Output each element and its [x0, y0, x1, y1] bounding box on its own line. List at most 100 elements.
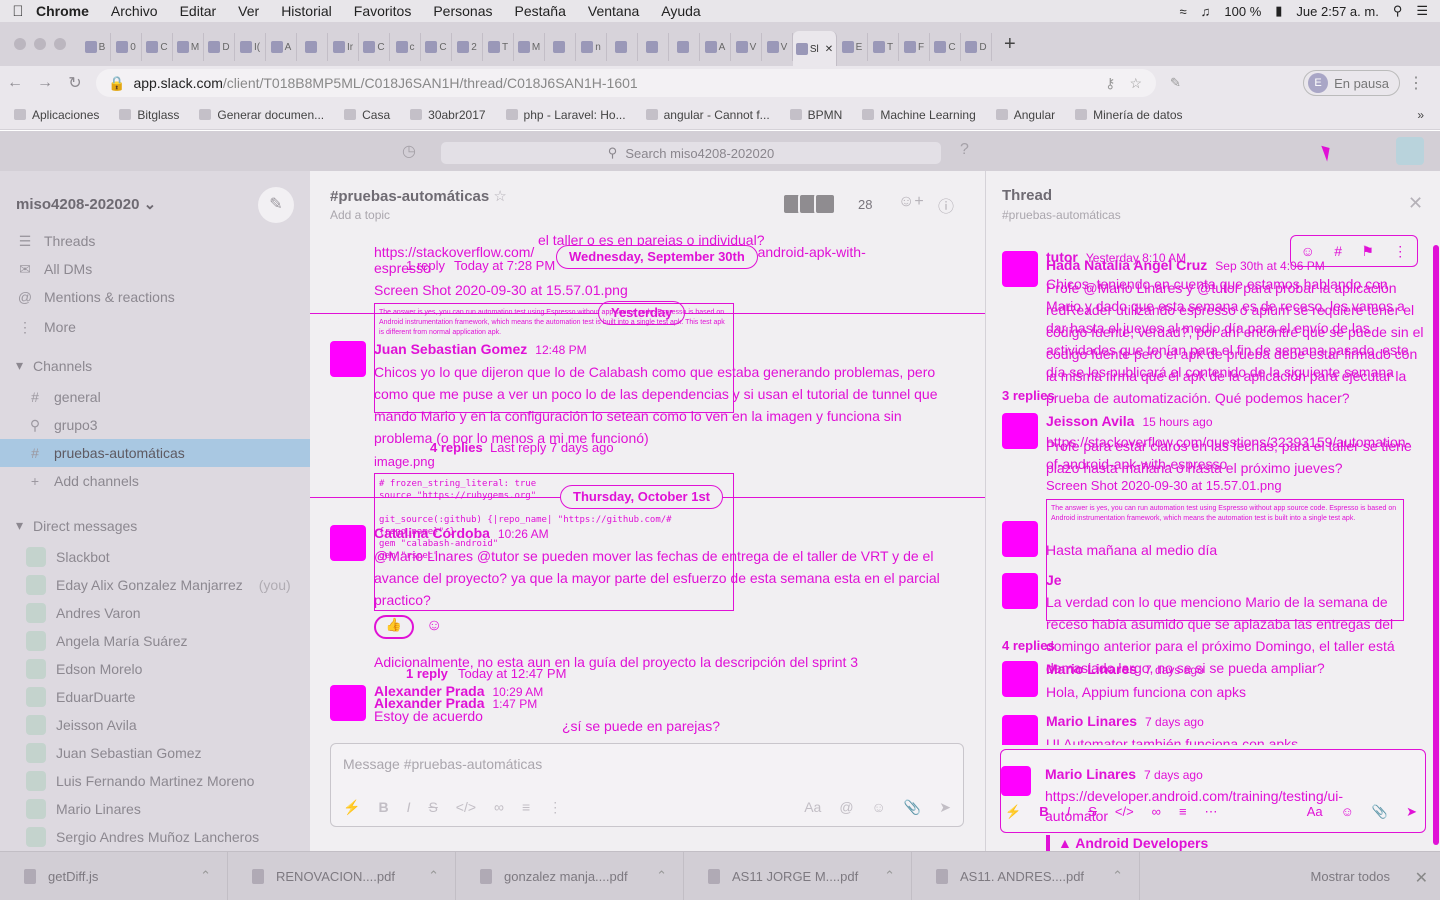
dm-item[interactable]: Andres Varon — [26, 599, 310, 627]
message-time[interactable]: 7 days ago — [1145, 663, 1204, 677]
file-name[interactable]: Screen Shot 2020-09-30 at 15.57.01.png — [1046, 475, 1426, 497]
italic-icon[interactable]: I — [1067, 804, 1071, 820]
chevron-up-icon[interactable]: ⌃ — [200, 868, 211, 884]
date-divider[interactable]: Thursday, October 1st — [560, 485, 724, 509]
message-time[interactable]: 15 hours ago — [1142, 415, 1212, 429]
code-icon[interactable]: </> — [456, 799, 476, 816]
close-icon[interactable]: ✕ — [1415, 868, 1428, 888]
browser-tab[interactable]: C — [421, 33, 452, 61]
list-icon[interactable]: ≡ — [1179, 804, 1187, 820]
member-count[interactable]: 28 — [858, 197, 872, 212]
kebab-menu-icon[interactable]: ⋮ — [1408, 73, 1424, 93]
bookmark-folder[interactable]: 30abr2017 — [410, 108, 486, 122]
bookmarks-overflow-icon[interactable]: » — [1417, 108, 1424, 122]
zoom-window-button[interactable] — [54, 38, 66, 50]
minimize-window-button[interactable] — [34, 38, 46, 50]
message-author[interactable]: Mario Linares 7 days ago — [1045, 766, 1203, 782]
strikethrough-icon[interactable]: S — [1088, 804, 1097, 820]
bookmark-folder[interactable]: Minería de datos — [1075, 108, 1183, 122]
sidebar-item-general[interactable]: # general — [26, 383, 310, 411]
date-divider[interactable]: Wednesday, September 30th — [556, 245, 758, 269]
channel-title[interactable]: #pruebas-automáticas ☆ — [330, 187, 507, 205]
message-author[interactable]: Hada Natalia Angel Cruz Sep 30th at 4:06 … — [1046, 257, 1325, 273]
message-author[interactable]: Mario Linares 7 days ago — [1046, 713, 1204, 729]
browser-tab[interactable]: c — [390, 33, 421, 61]
clock[interactable]: Jue 2:57 a. m. — [1296, 4, 1378, 19]
bookmark-folder[interactable]: Angular — [995, 108, 1055, 122]
browser-tab[interactable]: Sl ✕ — [793, 31, 837, 67]
more-icon[interactable]: ⋯ — [1205, 804, 1218, 820]
ordered-list-icon[interactable]: ≡ — [522, 799, 530, 816]
bookmark-folder[interactable]: Machine Learning — [862, 108, 976, 122]
send-icon[interactable]: ➤ — [1406, 804, 1417, 820]
menu-favoritos[interactable]: Favoritos — [354, 3, 412, 19]
browser-tab[interactable]: n — [576, 33, 607, 61]
browser-tab[interactable]: D — [204, 33, 235, 61]
message-composer[interactable]: Message #pruebas-automáticas ⚡ B I S </>… — [330, 743, 964, 827]
back-icon[interactable]: ← — [0, 74, 30, 92]
dm-item[interactable]: EduarDuarte — [26, 683, 310, 711]
avatar[interactable] — [1002, 715, 1038, 745]
menu-ver[interactable]: Ver — [238, 3, 259, 19]
browser-tab[interactable]: V — [731, 33, 762, 61]
browser-tab[interactable]: I( — [235, 33, 266, 61]
member-avatars[interactable] — [782, 193, 836, 215]
message-author[interactable]: Jeisson Avila 15 hours ago — [1046, 413, 1213, 429]
at-icon[interactable]: @ — [839, 799, 853, 816]
message-time[interactable]: 12:48 PM — [535, 343, 586, 357]
bookmark-folder[interactable]: Casa — [344, 108, 390, 122]
chevron-up-icon[interactable]: ⌃ — [428, 868, 439, 884]
download-item[interactable]: getDiff.js ⌃ — [0, 851, 228, 900]
apple-icon[interactable]:  — [0, 3, 36, 20]
message-time[interactable]: 7 days ago — [1144, 768, 1203, 782]
avatar[interactable] — [1002, 413, 1038, 449]
search-icon[interactable]: ⚲ — [1393, 3, 1403, 19]
download-item[interactable]: gonzalez manja....pdf ⌃ — [456, 851, 684, 900]
bookmark-apps[interactable]: Aplicaciones — [14, 108, 99, 122]
menu-historial[interactable]: Historial — [281, 3, 332, 19]
author-name[interactable]: Je — [1046, 569, 1426, 591]
reply-count[interactable]: 1 reply — [406, 663, 448, 685]
battery-percent[interactable]: 100 % — [1224, 4, 1261, 19]
sidebar-item-mentions[interactable]: @ Mentions & reactions — [16, 283, 310, 311]
avatar[interactable] — [330, 525, 366, 561]
wifi-icon[interactable]: ≈ — [1180, 4, 1187, 19]
close-icon[interactable]: ✕ — [1408, 193, 1423, 214]
download-item[interactable]: AS11. ANDRES....pdf ⌃ — [912, 851, 1140, 900]
link-icon[interactable]: ∞ — [494, 799, 504, 816]
browser-tab[interactable]: V — [762, 33, 793, 61]
avatar[interactable] — [330, 341, 366, 377]
browser-tab[interactable]: C — [930, 33, 961, 61]
bullet-list-icon[interactable]: ⋮ — [548, 799, 562, 816]
show-all-button[interactable]: Mostrar todos — [1311, 869, 1390, 884]
sidebar-item-more[interactable]: ⋮ More — [16, 313, 310, 341]
bold-icon[interactable]: B — [378, 799, 388, 816]
thread-channel[interactable]: #pruebas-automáticas — [1002, 208, 1121, 222]
menu-pestana[interactable]: Pestaña — [515, 3, 566, 19]
code-icon[interactable]: </> — [1115, 804, 1134, 820]
browser-tab[interactable] — [297, 33, 328, 61]
menu-archivo[interactable]: Archivo — [111, 3, 158, 19]
message-time[interactable]: Sep 30th at 4:06 PM — [1215, 259, 1324, 273]
format-icon[interactable]: Aa — [1307, 804, 1323, 820]
dm-section-header[interactable]: ▾ Direct messages — [16, 517, 137, 534]
dm-item[interactable]: Juan Sebastian Gomez — [26, 739, 310, 767]
menu-personas[interactable]: Personas — [433, 3, 492, 19]
bold-icon[interactable]: B — [1039, 804, 1048, 820]
send-icon[interactable]: ➤ — [939, 799, 951, 816]
message-time[interactable]: 1:47 PM — [493, 697, 538, 711]
bookmark-item[interactable]: angular - Cannot f... — [645, 108, 770, 122]
browser-tab[interactable] — [607, 33, 638, 61]
workspace-name[interactable]: miso4208-202020 ⌄ — [16, 195, 156, 213]
add-channels-button[interactable]: + Add channels — [26, 467, 310, 495]
help-icon[interactable]: ? — [960, 141, 969, 159]
channels-section-header[interactable]: ▾ Channels — [16, 357, 92, 374]
lightning-icon[interactable]: ⚡ — [1005, 804, 1021, 820]
browser-tab[interactable]: B — [80, 33, 111, 61]
bookmark-item[interactable]: Bitglass — [119, 108, 179, 122]
browser-tab[interactable] — [545, 33, 576, 61]
add-member-icon[interactable]: ☺+ — [898, 193, 924, 211]
browser-tab[interactable]: Ir — [328, 33, 359, 61]
menu-ventana[interactable]: Ventana — [588, 3, 639, 19]
browser-tab[interactable]: E — [837, 33, 868, 61]
